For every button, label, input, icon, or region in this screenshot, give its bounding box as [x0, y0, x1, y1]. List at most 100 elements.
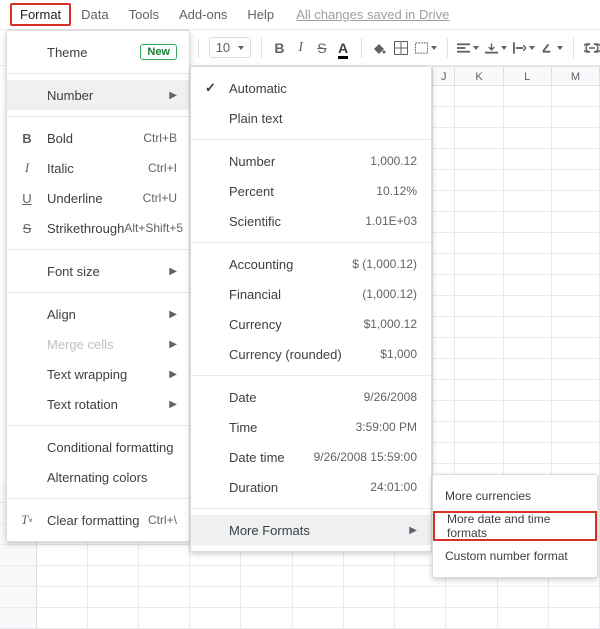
menu-data[interactable]: Data: [71, 3, 118, 26]
cell[interactable]: [504, 443, 552, 464]
row-header[interactable]: [0, 545, 37, 566]
col-header-j[interactable]: J: [432, 67, 455, 85]
grid-row[interactable]: [432, 233, 600, 254]
cell[interactable]: [498, 608, 549, 629]
row-header[interactable]: [0, 608, 37, 629]
cell[interactable]: [432, 191, 455, 212]
menu-item-font-size[interactable]: Font size ▶: [7, 256, 189, 286]
strikethrough-button[interactable]: S: [314, 37, 329, 59]
cell[interactable]: [241, 566, 292, 587]
cell[interactable]: [432, 233, 455, 254]
cell[interactable]: [455, 317, 503, 338]
grid-row[interactable]: [432, 128, 600, 149]
merge-cells-button[interactable]: [415, 37, 437, 59]
cell[interactable]: [395, 608, 446, 629]
cell[interactable]: [455, 149, 503, 170]
menu-item-strike[interactable]: SStrikethrough Alt+Shift+5: [7, 213, 189, 243]
num-number[interactable]: Number 1,000.12: [191, 146, 431, 176]
cell[interactable]: [552, 233, 600, 254]
cell[interactable]: [241, 587, 292, 608]
cell[interactable]: [504, 380, 552, 401]
grid-row[interactable]: [432, 212, 600, 233]
cell[interactable]: [293, 566, 344, 587]
text-color-button[interactable]: A: [336, 37, 351, 59]
cell[interactable]: [552, 401, 600, 422]
cell[interactable]: [498, 587, 549, 608]
cell[interactable]: [432, 443, 455, 464]
cell[interactable]: [552, 380, 600, 401]
cell[interactable]: [432, 86, 455, 107]
num-scientific[interactable]: Scientific 1.01E+03: [191, 206, 431, 236]
cell[interactable]: [549, 587, 600, 608]
cell[interactable]: [139, 566, 190, 587]
col-header-l[interactable]: L: [504, 67, 552, 85]
cell[interactable]: [344, 608, 395, 629]
grid-row[interactable]: [432, 170, 600, 191]
cell[interactable]: [552, 170, 600, 191]
row-header[interactable]: [0, 587, 37, 608]
num-automatic[interactable]: ✓Automatic: [191, 73, 431, 103]
cell[interactable]: [37, 608, 88, 629]
custom-number-format[interactable]: Custom number format: [433, 541, 597, 571]
more-currencies[interactable]: More currencies: [433, 481, 597, 511]
grid-row[interactable]: [432, 296, 600, 317]
cell[interactable]: [344, 587, 395, 608]
cell[interactable]: [432, 296, 455, 317]
menu-item-rotation[interactable]: Text rotation ▶: [7, 389, 189, 419]
cell[interactable]: [552, 275, 600, 296]
menu-item-altcolors[interactable]: Alternating colors: [7, 462, 189, 492]
bold-button[interactable]: B: [272, 37, 287, 59]
menu-item-number[interactable]: Number ▶: [7, 80, 189, 110]
row-header[interactable]: [0, 566, 37, 587]
insert-link-button[interactable]: [584, 37, 600, 59]
cell[interactable]: [432, 401, 455, 422]
cell[interactable]: [455, 233, 503, 254]
cell[interactable]: [432, 380, 455, 401]
num-accounting[interactable]: Accounting $ (1,000.12): [191, 249, 431, 279]
cell[interactable]: [190, 566, 241, 587]
cell[interactable]: [504, 422, 552, 443]
col-header-m[interactable]: M: [552, 67, 600, 85]
cell[interactable]: [455, 170, 503, 191]
cell[interactable]: [37, 566, 88, 587]
grid-row[interactable]: [432, 107, 600, 128]
cell[interactable]: [432, 170, 455, 191]
cell[interactable]: [552, 191, 600, 212]
cell[interactable]: [552, 86, 600, 107]
cell[interactable]: [455, 107, 503, 128]
num-time[interactable]: Time 3:59:00 PM: [191, 412, 431, 442]
cell[interactable]: [504, 401, 552, 422]
cell[interactable]: [455, 86, 503, 107]
menu-item-clear[interactable]: T×Clear formatting Ctrl+\: [7, 505, 189, 535]
cell[interactable]: [455, 380, 503, 401]
cell[interactable]: [455, 359, 503, 380]
h-align-button[interactable]: [457, 37, 479, 59]
cell[interactable]: [446, 587, 497, 608]
cell[interactable]: [88, 545, 139, 566]
cell[interactable]: [432, 254, 455, 275]
cell[interactable]: [432, 317, 455, 338]
cell[interactable]: [504, 128, 552, 149]
cell[interactable]: [432, 275, 455, 296]
menu-item-wrap[interactable]: Text wrapping ▶: [7, 359, 189, 389]
num-currency-rounded[interactable]: Currency (rounded) $1,000: [191, 339, 431, 369]
cell[interactable]: [432, 212, 455, 233]
grid-row[interactable]: [0, 608, 600, 629]
cell[interactable]: [344, 566, 395, 587]
menu-item-italic[interactable]: IItalic Ctrl+I: [7, 153, 189, 183]
num-plain[interactable]: Plain text: [191, 103, 431, 133]
cell[interactable]: [549, 608, 600, 629]
more-date-time-formats[interactable]: More date and time formats: [433, 511, 597, 541]
cell[interactable]: [455, 275, 503, 296]
cell[interactable]: [455, 401, 503, 422]
num-currency[interactable]: Currency $1,000.12: [191, 309, 431, 339]
cell[interactable]: [88, 587, 139, 608]
cell[interactable]: [446, 608, 497, 629]
cell[interactable]: [552, 317, 600, 338]
menu-format[interactable]: Format: [10, 3, 71, 26]
num-percent[interactable]: Percent 10.12%: [191, 176, 431, 206]
cell[interactable]: [552, 338, 600, 359]
menu-item-conditional[interactable]: Conditional formatting: [7, 432, 189, 462]
grid-row[interactable]: [432, 338, 600, 359]
cell[interactable]: [432, 359, 455, 380]
